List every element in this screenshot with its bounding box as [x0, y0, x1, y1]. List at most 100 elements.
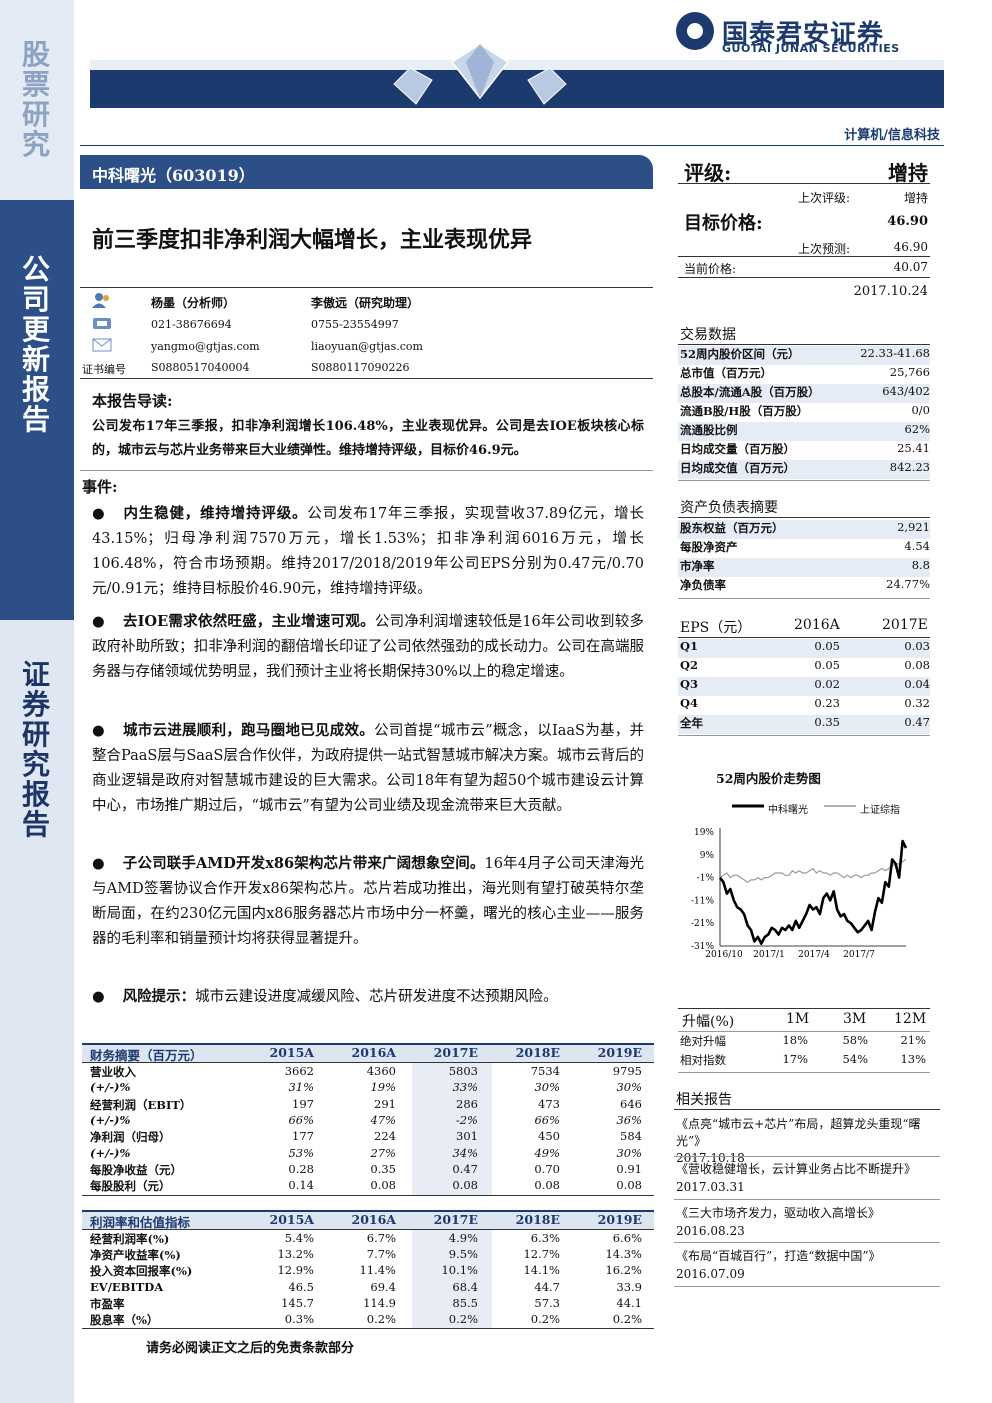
price-rule	[678, 256, 930, 257]
table-row: Q4 0.23 0.32	[680, 696, 930, 710]
bullet-paragraph: ● 内生稳健，维持增持评级。公司发布17年三季报，实现营收37.89亿元，增长43…	[92, 501, 644, 602]
analyst-2-name: 李傲远（研究助理）	[311, 296, 420, 310]
table-row: 总股本/流通A股（百万股） 643/402	[678, 384, 930, 403]
eps-rule-bottom	[678, 735, 930, 736]
bullet-paragraph: ● 子公司联手AMD开发x86架构芯片带来广阔想象空间。16年4月子公司天津海光与…	[92, 851, 644, 952]
related-divider	[674, 1199, 940, 1200]
valuation-rule	[82, 1229, 654, 1230]
y-tick-label: -11%	[691, 896, 714, 906]
y-tick-label: -1%	[697, 874, 715, 884]
analyst-1-name: 杨墨（分析师）	[151, 296, 236, 310]
table-row: Q2 0.05 0.08	[680, 658, 930, 672]
rating-value: 增持	[888, 161, 928, 185]
analyst-1-email[interactable]: yangmo@gtjas.com	[151, 340, 260, 353]
valuation-rule-top	[82, 1210, 654, 1212]
bullet-dot: ●	[92, 613, 105, 630]
eps-rule	[678, 637, 930, 638]
y-tick-label: -21%	[691, 919, 714, 929]
table-row: 营业收入 3662 4360 5803 7534 9795	[90, 1064, 642, 1079]
person-icon	[92, 293, 109, 308]
chart-legend	[732, 804, 856, 808]
x-tick-label: 2016/10	[705, 950, 743, 960]
bullet-dot: ●	[92, 505, 106, 522]
table-row: 总市值（百万元） 25,766	[680, 365, 930, 380]
table-row: EV/EBITDA 46.5 69.4 68.4 44.7 33.9	[90, 1279, 642, 1294]
analyst-1-cert: S0880517040004	[151, 361, 250, 374]
bullet-dot: ●	[92, 722, 105, 739]
related-divider	[674, 1242, 940, 1243]
related-title: 相关报告	[676, 1092, 732, 1108]
brand-name-en: GUOTAI JUNAN SECURITIES	[722, 42, 900, 55]
change-rule	[678, 1031, 930, 1032]
table-row: 每股净收益（元） 0.28 0.35 0.47 0.70 0.91	[90, 1161, 642, 1177]
table-row: 市盈率 145.7 114.9 85.5 57.3 44.1	[90, 1295, 642, 1311]
legend-label-szzz: 上证综指	[860, 805, 900, 816]
sidebar-label-securities-report: 证券研究报告	[21, 658, 50, 841]
x-tick-label: 2017/7	[843, 950, 875, 960]
table-row: (+/-)% 66% 47% -2% 66% 36%	[90, 1112, 642, 1127]
fin-summary-rule-bottom	[82, 1195, 654, 1196]
y-tick-label: 9%	[700, 851, 715, 861]
balance-rule	[678, 517, 930, 518]
fin-summary-header: 财务摘要（百万元） 2015A 2016A 2017E 2018E 2019E	[82, 1043, 654, 1063]
bullet-heading: 风险提示：	[122, 988, 196, 1005]
fin-summary-rule-top	[82, 1043, 654, 1045]
table-row: 净负债率 24.77%	[680, 577, 930, 592]
balance-rule-bottom	[678, 598, 930, 599]
bullet-text: 城市云建设进度减缓风险、芯片研发进度不达预期风险。	[195, 989, 558, 1005]
trading-rule	[678, 344, 930, 345]
related-report-item[interactable]: 《布局“百城百行”，打造“数据中国”》 2016.07.09	[676, 1247, 940, 1283]
series-line-szzz	[719, 858, 907, 883]
change-rule-top	[678, 1008, 930, 1009]
balance-title: 资产负债表摘要	[680, 500, 778, 516]
table-row: 日均成交量（百万股） 25.41	[680, 441, 930, 456]
related-rule	[674, 1109, 940, 1110]
bullet-paragraph: ● 去IOE需求依然旺盛，主业增速可观。公司净利润增速较低是16年公司收到较多政府…	[92, 609, 644, 685]
change-col-1m: 1M	[786, 1011, 810, 1027]
sidebar-label-stock-research: 股票研究	[21, 38, 50, 161]
analyst-2-phone: 0755-23554997	[311, 318, 399, 331]
table-row: 相对指数 17% 54% 13%	[680, 1052, 926, 1067]
table-row: 股息率（%） 0.3% 0.2% 0.2% 0.2% 0.2%	[90, 1312, 642, 1327]
change-header: 升幅(%)	[682, 1014, 735, 1030]
chart-title: 52周内股价走势图	[716, 771, 821, 786]
guide-title: 本报告导读:	[92, 392, 173, 410]
rating-rule	[678, 183, 930, 184]
table-row: 日均成交值（百万元） 842.23	[678, 460, 930, 479]
valuation-rule-bottom	[82, 1328, 654, 1329]
guide-text: 公司发布17年三季报，扣非净利润增长106.48%，主业表现优异。公司是去IOE…	[92, 419, 644, 458]
table-row: 每股净资产 4.54	[680, 539, 930, 554]
guide-rule	[80, 470, 653, 471]
bullet-heading: 城市云进展顺利，跑马圈地已见成效。	[122, 722, 375, 739]
change-rule-bottom	[678, 1072, 930, 1073]
prev-rating-label: 上次评级:	[798, 191, 851, 205]
y-tick-label: 19%	[694, 828, 714, 838]
diamond-graphic	[393, 43, 567, 105]
cert-label: 证书编号	[82, 363, 126, 376]
price-rule-bottom	[678, 277, 930, 278]
sector-label: 计算机/信息科技	[844, 128, 940, 143]
valuation-header: 利润率和估值指标 2015A 2016A 2017E 2018E 2019E	[82, 1210, 654, 1230]
table-row: (+/-)% 53% 27% 34% 49% 30%	[90, 1145, 642, 1160]
table-row: Q1 0.05 0.03	[678, 639, 930, 658]
table-row: 全年 0.35 0.47	[678, 715, 930, 734]
current-price-value: 40.07	[893, 260, 928, 274]
related-report-item[interactable]: 《营收稳健增长，云计算业务占比不断提升》 2017.03.31	[676, 1160, 940, 1196]
target-price-label: 目标价格:	[684, 213, 763, 234]
table-row: 流通B股/H股（百万股） 0/0	[680, 403, 930, 418]
table-row: 52周内股价区间（元） 22.33-41.68	[678, 346, 930, 365]
prev-target-value: 46.90	[893, 240, 928, 254]
report-headline: 前三季度扣非净利润大幅增长，主业表现优异	[92, 227, 533, 253]
analyst-2-cert: S0880117090226	[311, 361, 410, 374]
target-price-value: 46.90	[887, 214, 928, 229]
sidebar-label-company-update: 公司更新报告	[21, 253, 50, 436]
analyst-2-email[interactable]: liaoyuan@gtjas.com	[311, 340, 423, 353]
bullet-heading: 子公司联手AMD开发x86架构芯片带来广阔想象空间。	[122, 855, 485, 872]
bullet-paragraph: ● 风险提示：城市云建设进度减缓风险、芯片研发进度不达预期风险。	[92, 984, 644, 1010]
eps-title: EPS（元）	[680, 620, 752, 636]
bullet-paragraph: ● 城市云进展顺利，跑马圈地已见成效。公司首提“城市云”概念，以IaaS为基，并整…	[92, 718, 644, 819]
related-report-item[interactable]: 《三大市场齐发力，驱动收入高增长》 2016.08.23	[676, 1204, 940, 1240]
eps-col-2017e: 2017E	[882, 617, 928, 633]
related-divider	[674, 1156, 940, 1157]
x-tick-label: 2017/1	[753, 950, 785, 960]
